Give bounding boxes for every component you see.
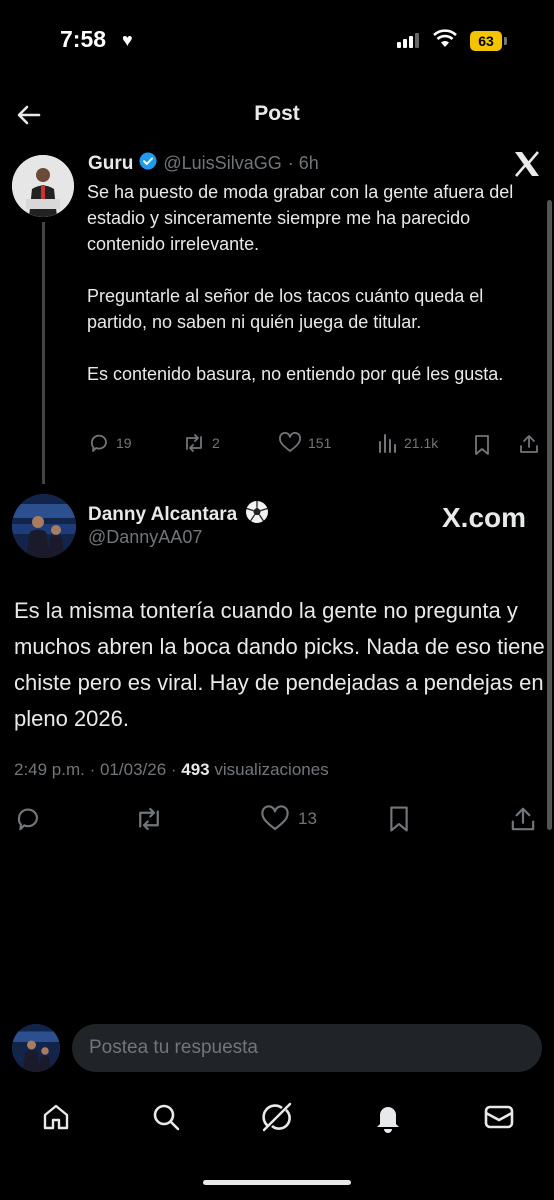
like-count: 13 (298, 809, 317, 828)
brand-watermark: X.com (442, 502, 527, 533)
reply-user-line: Danny Alcantara (88, 500, 269, 529)
reply-icon (90, 434, 107, 452)
notifications-icon[interactable] (372, 1100, 404, 1139)
wifi-icon (432, 29, 458, 54)
avatar[interactable] (12, 155, 74, 217)
views-icon (379, 434, 396, 453)
reply-action[interactable]: 19 (88, 432, 132, 454)
repost-count: 2 (212, 435, 220, 451)
cellular-signal-icon (397, 33, 419, 48)
heart-icon: ♥ (122, 30, 133, 50)
repost-icon (186, 434, 202, 452)
post-action-bar: 13 (14, 802, 544, 836)
views-label: visualizaciones (209, 760, 329, 779)
avatar[interactable] (12, 494, 76, 558)
scrollbar[interactable] (547, 200, 552, 830)
author-handle[interactable]: @DannyAA07 (88, 527, 202, 548)
soccer-ball-icon (245, 500, 269, 529)
post-timestamp: 2:49 p.m. · 01/03/26 · (14, 760, 182, 779)
grok-icon[interactable] (260, 1100, 294, 1139)
home-indicator (203, 1180, 351, 1185)
reply-input-placeholder: Postea tu respuesta (89, 1037, 258, 1058)
bookmark-icon[interactable] (386, 805, 412, 838)
views-count: 21.1k (404, 435, 439, 451)
quoted-action-bar: 19 2 151 21.1k (88, 432, 544, 462)
reply-input[interactable]: Postea tu respuesta (72, 1024, 542, 1072)
share-icon[interactable] (509, 805, 537, 838)
like-icon (261, 805, 289, 831)
post-time: · 6h (287, 153, 319, 173)
like-icon (279, 432, 301, 452)
search-icon[interactable] (150, 1101, 182, 1138)
post-meta: 2:49 p.m. · 01/03/26 · 493 visualizacion… (14, 760, 329, 780)
views-count: 493 (181, 760, 210, 779)
status-time: 7:58 (60, 26, 107, 52)
author-handle[interactable]: @LuisSilvaGG (163, 153, 281, 174)
messages-icon[interactable] (482, 1101, 516, 1138)
quoted-user-line: Guru @LuisSilvaGG · 6h (88, 152, 319, 175)
bookmark-icon[interactable] (472, 434, 492, 461)
views-action[interactable]: 21.1k (376, 432, 438, 454)
author-name[interactable]: Danny Alcantara (88, 504, 237, 526)
like-count: 151 (308, 435, 332, 451)
battery-cap (504, 37, 507, 45)
reply-count: 19 (116, 435, 132, 451)
thread-line (42, 222, 45, 484)
home-icon[interactable] (40, 1101, 72, 1138)
reply-icon[interactable] (14, 805, 42, 838)
avatar[interactable] (12, 1024, 60, 1072)
post-text: Es la misma tontería cuando la gente no … (14, 598, 545, 731)
like-action[interactable]: 151 (278, 432, 331, 454)
quoted-post-text: Se ha puesto de moda grabar con la gente… (87, 182, 514, 384)
author-name[interactable]: Guru (88, 153, 133, 175)
repost-icon[interactable] (134, 805, 164, 838)
like-action[interactable]: 13 (260, 805, 317, 833)
bottom-nav (0, 1096, 554, 1140)
share-icon[interactable] (518, 433, 540, 460)
page-title: Post (254, 102, 300, 125)
verified-icon (139, 152, 157, 175)
repost-action[interactable]: 2 (182, 432, 220, 454)
battery-icon: 63 (470, 31, 502, 51)
